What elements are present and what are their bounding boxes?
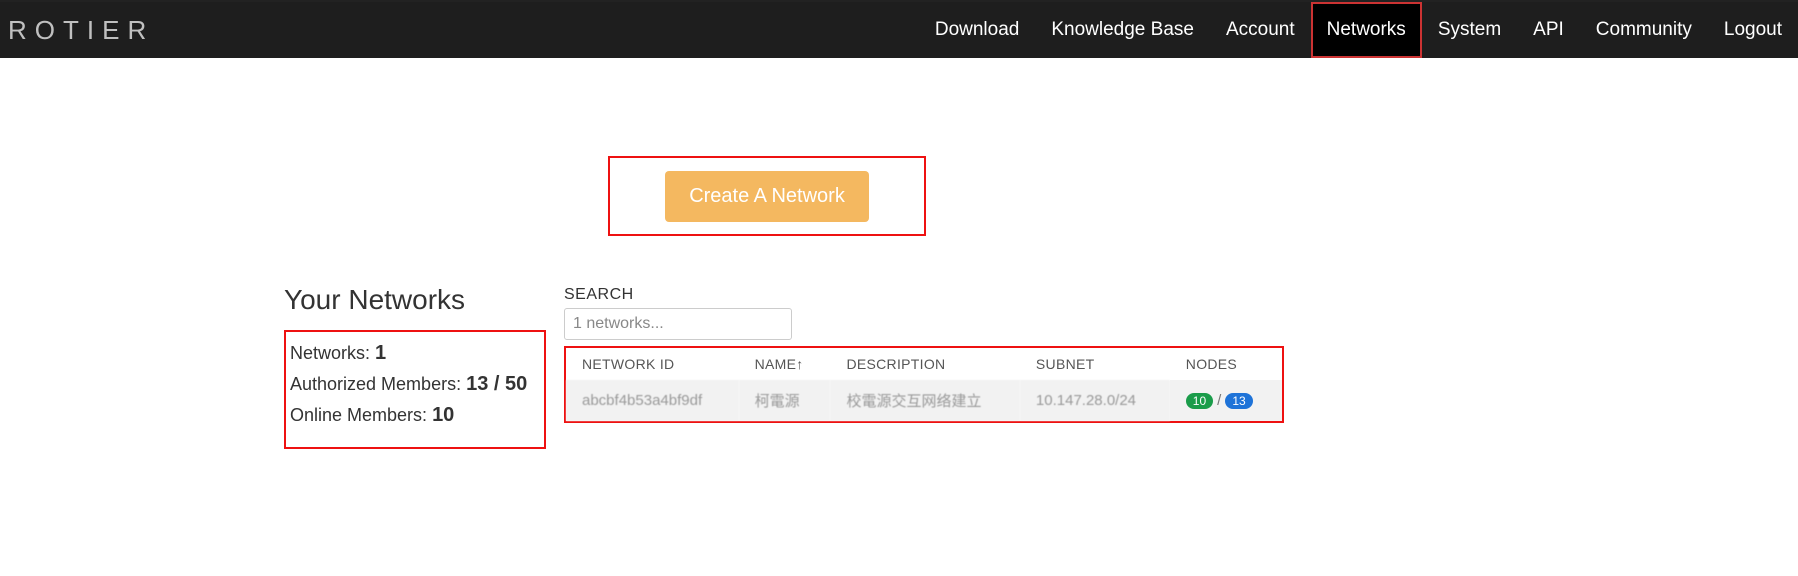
page-title: Your Networks <box>284 284 554 316</box>
col-nodes[interactable]: NODES <box>1170 348 1282 380</box>
col-subnet[interactable]: SUBNET <box>1020 348 1170 380</box>
stat-networks: Networks: 1 <box>290 338 540 369</box>
create-network-button[interactable]: Create A Network <box>665 171 869 222</box>
nav-networks[interactable]: Networks <box>1311 2 1422 58</box>
search-input[interactable] <box>564 308 792 340</box>
brand-logo: ROTIER <box>8 15 154 46</box>
stat-authorized-members: Authorized Members: 13 / 50 <box>290 369 540 400</box>
stat-auth-label: Authorized Members: <box>290 374 466 394</box>
nodes-total-badge: 13 <box>1225 393 1252 409</box>
nodes-online-badge: 10 <box>1186 393 1213 409</box>
nav-api[interactable]: API <box>1517 2 1580 58</box>
stat-online-value: 10 <box>432 404 454 426</box>
nav-menu: Download Knowledge Base Account Networks… <box>919 2 1798 58</box>
search-label: SEARCH <box>564 286 1284 304</box>
networks-table-highlight: NETWORK ID NAME↑ DESCRIPTION SUBNET NODE… <box>564 346 1284 423</box>
stat-online-label: Online Members: <box>290 405 432 425</box>
nav-account[interactable]: Account <box>1210 2 1311 58</box>
networks-table: NETWORK ID NAME↑ DESCRIPTION SUBNET NODE… <box>566 348 1282 421</box>
cell-subnet: 10.147.28.0/24 <box>1020 380 1170 421</box>
stat-networks-value: 1 <box>375 342 386 364</box>
content-row: Your Networks Networks: 1 Authorized Mem… <box>284 284 1798 449</box>
stat-networks-label: Networks: <box>290 343 375 363</box>
stats-box: Networks: 1 Authorized Members: 13 / 50 … <box>284 330 546 449</box>
nav-knowledge-base[interactable]: Knowledge Base <box>1035 2 1210 58</box>
nav-download[interactable]: Download <box>919 2 1036 58</box>
table-row[interactable]: abcbf4b53a4bf9df 柯電源 校電源交互网络建立 10.147.28… <box>566 380 1282 421</box>
side-column: Your Networks Networks: 1 Authorized Mem… <box>284 284 554 449</box>
cell-nodes: 10/13 <box>1170 380 1282 421</box>
col-name[interactable]: NAME↑ <box>739 348 831 380</box>
col-description[interactable]: DESCRIPTION <box>830 348 1019 380</box>
table-column: SEARCH NETWORK ID NAME↑ DESCRIPTION SUBN… <box>564 284 1284 423</box>
cell-network-id: abcbf4b53a4bf9df <box>566 380 739 421</box>
cell-name: 柯電源 <box>739 380 831 421</box>
create-network-highlight: Create A Network <box>608 156 926 236</box>
stat-online-members: Online Members: 10 <box>290 400 540 431</box>
table-header-row: NETWORK ID NAME↑ DESCRIPTION SUBNET NODE… <box>566 348 1282 380</box>
col-network-id[interactable]: NETWORK ID <box>566 348 739 380</box>
nav-logout[interactable]: Logout <box>1708 2 1798 58</box>
nav-system[interactable]: System <box>1422 2 1517 58</box>
cell-description: 校電源交互网络建立 <box>830 380 1019 421</box>
top-navigation-bar: ROTIER Download Knowledge Base Account N… <box>0 0 1798 58</box>
nodes-slash: / <box>1217 392 1221 409</box>
stat-auth-value: 13 / 50 <box>466 373 527 395</box>
nav-community[interactable]: Community <box>1580 2 1708 58</box>
